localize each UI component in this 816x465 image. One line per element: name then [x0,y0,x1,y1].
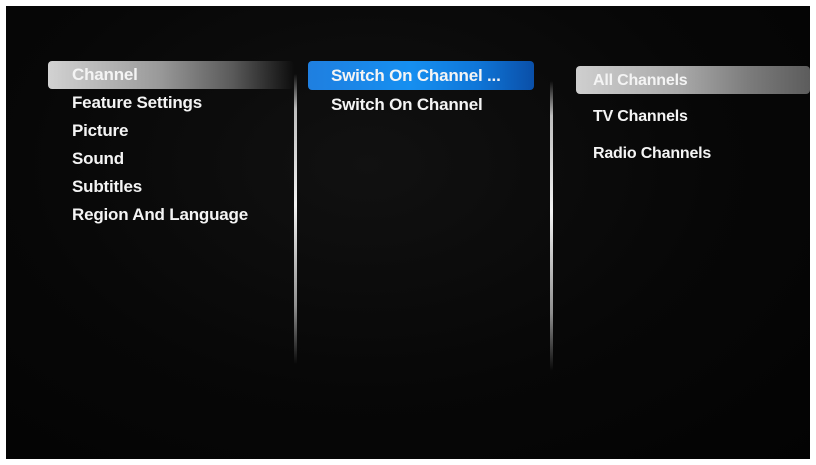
menu-item-switch-on-channel[interactable]: Switch On Channel [331,95,483,115]
menu-item-feature-settings[interactable]: Feature Settings [72,93,202,113]
tv-settings-screen: Channel Feature Settings Picture Sound S… [6,6,810,459]
menu-item-channel[interactable]: Channel [72,65,138,85]
menu-item-all-channels[interactable]: All Channels [593,71,688,91]
menu-item-subtitles[interactable]: Subtitles [72,177,142,197]
menu-item-switch-on-channel-selected[interactable]: Switch On Channel ... [331,66,501,86]
menu-item-picture[interactable]: Picture [72,121,128,141]
column-divider [294,74,297,364]
menu-item-region-and-language[interactable]: Region And Language [72,205,248,225]
column-divider [550,81,553,371]
menu-item-radio-channels[interactable]: Radio Channels [593,144,711,164]
menu-item-tv-channels[interactable]: TV Channels [593,107,688,127]
menu-item-sound[interactable]: Sound [72,149,124,169]
